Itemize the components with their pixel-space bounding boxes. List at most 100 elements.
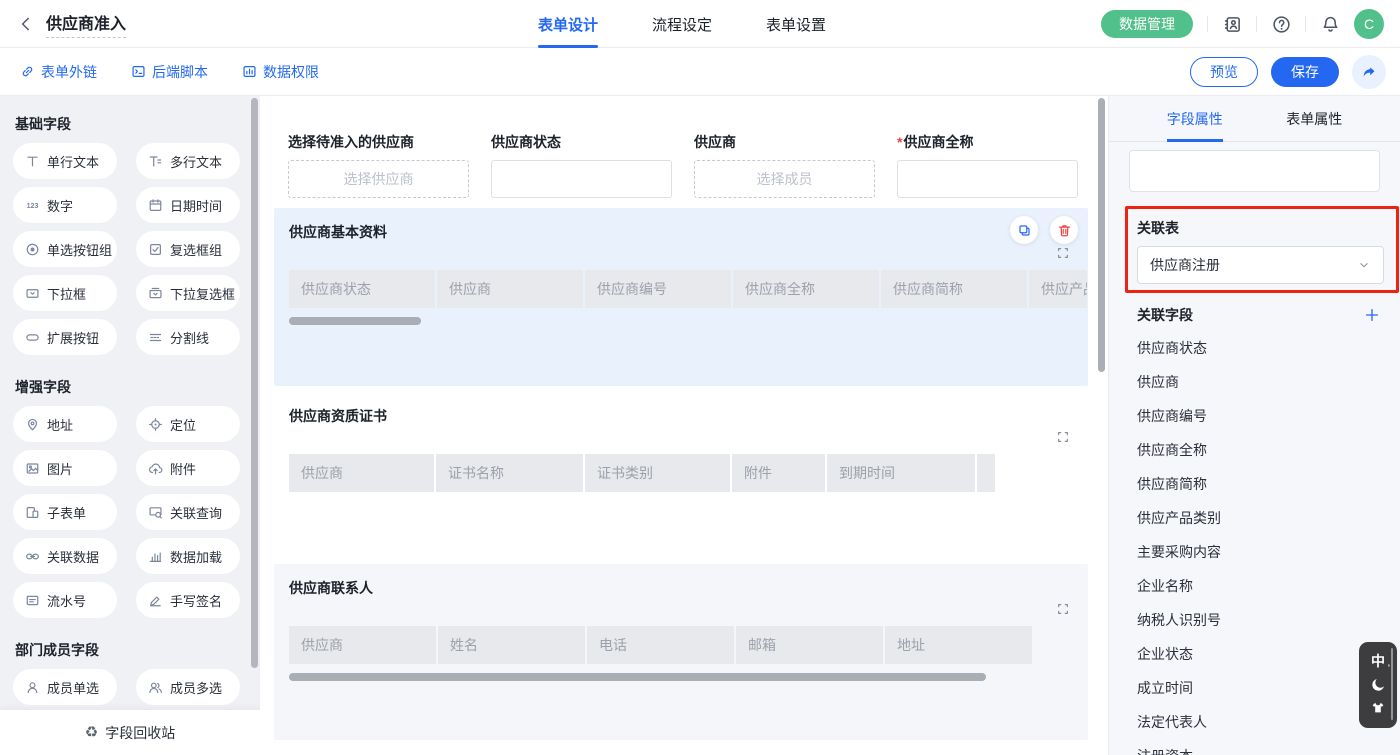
sidebar-scrollbar[interactable] xyxy=(251,98,258,668)
share-button[interactable] xyxy=(1352,55,1386,89)
field-pill-checkbox-group[interactable]: 复选框组 xyxy=(136,231,240,267)
toolbar-link-0[interactable]: 表单外链 xyxy=(20,62,97,82)
bell-icon[interactable] xyxy=(1320,14,1340,34)
field-title-input[interactable] xyxy=(1129,150,1380,192)
related-table-value: 供应商注册 xyxy=(1150,255,1220,275)
horizontal-scrollbar[interactable] xyxy=(289,673,986,681)
related-field-item[interactable]: 供应商 xyxy=(1109,365,1400,399)
field-pill-select[interactable]: 下拉框 xyxy=(13,275,117,311)
field-input[interactable] xyxy=(491,160,672,198)
tab-0[interactable]: 表单设计 xyxy=(538,0,598,48)
related-field-item[interactable]: 主要采购内容 xyxy=(1109,535,1400,569)
related-field-item[interactable]: 成立时间 xyxy=(1109,671,1400,705)
field-pill-subform[interactable]: 子表单 xyxy=(13,494,117,530)
column-header: 证书类别 xyxy=(585,454,730,492)
expand-icon[interactable] xyxy=(1056,246,1070,264)
add-related-field-button[interactable] xyxy=(1364,307,1380,323)
trash-icon xyxy=(1057,223,1072,238)
theme-icon[interactable] xyxy=(1370,700,1386,716)
panel-scrollbar[interactable] xyxy=(1391,648,1393,720)
field-pill-linked-data[interactable]: 关联数据 xyxy=(13,538,117,574)
app-window: 供应商准入 表单设计 流程设定 表单设置 数据管理 C 表单外链 后端脚本 数据权限 预… xyxy=(0,0,1400,755)
related-field-item[interactable]: 供应商简称 xyxy=(1109,467,1400,501)
subform-section-0[interactable]: 供应商基本资料供应商状态供应商供应商编号供应商全称供应商简称供应产品类别 xyxy=(274,208,1088,386)
field-pill-linked-query[interactable]: 关联查询 xyxy=(136,494,240,530)
field-pill-signature[interactable]: 手写签名 xyxy=(136,582,240,618)
form-field[interactable]: *供应商全称 xyxy=(897,132,1078,198)
related-field-item[interactable]: 供应产品类别 xyxy=(1109,501,1400,535)
subform-section-2[interactable]: 供应商联系人供应商姓名电话邮箱地址 xyxy=(274,564,1088,740)
member-single-icon xyxy=(25,680,40,695)
address-book-icon[interactable] xyxy=(1222,14,1242,34)
subform-table: 供应商姓名电话邮箱地址 xyxy=(289,626,1087,664)
horizontal-scrollbar[interactable] xyxy=(289,317,421,325)
form-title[interactable]: 供应商准入 xyxy=(46,10,126,38)
field-pill-single-text[interactable]: 单行文本 xyxy=(13,143,117,179)
related-field-item[interactable]: 企业名称 xyxy=(1109,569,1400,603)
expand-icon[interactable] xyxy=(1056,602,1070,620)
field-input[interactable] xyxy=(897,160,1078,198)
field-pill-ext-button[interactable]: 扩展按钮 xyxy=(13,319,117,355)
related-field-item[interactable]: 纳税人识别号 xyxy=(1109,603,1400,637)
ext-button-icon xyxy=(25,330,40,345)
field-pill-member-multi[interactable]: 成员多选 xyxy=(136,669,240,705)
form-field[interactable]: 供应商选择成员 xyxy=(694,132,875,198)
toolbar-right: 预览 保存 xyxy=(1190,55,1386,89)
expand-icon[interactable] xyxy=(1056,430,1070,448)
translate-icon[interactable]: 中ʼ xyxy=(1371,654,1385,668)
form-field[interactable]: 供应商状态 xyxy=(491,132,672,198)
field-input[interactable]: 选择成员 xyxy=(694,160,875,198)
field-recycle-bin[interactable]: ♻ 字段回收站 xyxy=(0,710,260,755)
related-field-item[interactable]: 注册资本 xyxy=(1109,739,1400,755)
recycle-label: 字段回收站 xyxy=(105,723,175,743)
related-field-item[interactable]: 企业状态 xyxy=(1109,637,1400,671)
field-pill-serial[interactable]: 流水号 xyxy=(13,582,117,618)
field-pill-image[interactable]: 图片 xyxy=(13,450,117,486)
field-pill-datetime[interactable]: 日期时间 xyxy=(136,187,240,223)
field-pill-multi-text[interactable]: 多行文本 xyxy=(136,143,240,179)
column-header: 供应商简称 xyxy=(881,270,1027,308)
avatar[interactable]: C xyxy=(1354,9,1384,39)
delete-section-button[interactable] xyxy=(1050,216,1078,244)
field-pill-data-load[interactable]: 数据加载 xyxy=(136,538,240,574)
panel-tab-0[interactable]: 字段属性 xyxy=(1135,96,1255,141)
copy-section-button[interactable] xyxy=(1010,216,1038,244)
field-pill-attachment[interactable]: 附件 xyxy=(136,450,240,486)
svg-text:123: 123 xyxy=(27,203,39,210)
form-toolbar: 表单外链 后端脚本 数据权限 预览 保存 xyxy=(0,48,1400,96)
field-pill-multi-select[interactable]: 下拉复选框 xyxy=(136,275,240,311)
column-header: 供应商 xyxy=(437,270,583,308)
property-panel: 字段属性表单属性 关联表 供应商注册 关联字段 供应商状态供应商供应商编号供应商… xyxy=(1108,96,1400,755)
related-field-item[interactable]: 法定代表人 xyxy=(1109,705,1400,739)
subform-section-1[interactable]: 供应商资质证书供应商证书名称证书类别附件到期时间 xyxy=(274,398,1088,548)
form-field[interactable]: 选择待准入的供应商选择供应商 xyxy=(288,132,469,198)
back-button[interactable] xyxy=(16,14,36,34)
toolbar-link-1[interactable]: 后端脚本 xyxy=(131,62,208,82)
radio-group-icon xyxy=(25,242,40,257)
preview-button[interactable]: 预览 xyxy=(1190,57,1258,87)
column-header xyxy=(977,454,995,492)
save-button[interactable]: 保存 xyxy=(1271,57,1339,87)
field-pill-address[interactable]: 地址 xyxy=(13,406,117,442)
tab-1[interactable]: 流程设定 xyxy=(652,0,712,48)
canvas-scrollbar[interactable] xyxy=(1098,98,1105,372)
question-icon[interactable] xyxy=(1271,14,1291,34)
field-input[interactable]: 选择供应商 xyxy=(288,160,469,198)
related-field-item[interactable]: 供应商状态 xyxy=(1109,331,1400,365)
copy-icon xyxy=(1017,223,1032,238)
related-field-item[interactable]: 供应商全称 xyxy=(1109,433,1400,467)
field-pill-locate[interactable]: 定位 xyxy=(136,406,240,442)
tab-2[interactable]: 表单设置 xyxy=(766,0,826,48)
field-pill-divider[interactable]: 分割线 xyxy=(136,319,240,355)
data-manage-button[interactable]: 数据管理 xyxy=(1101,10,1193,38)
dark-mode-icon[interactable] xyxy=(1370,676,1387,693)
data-permission-icon xyxy=(242,64,257,79)
toolbar-link-2[interactable]: 数据权限 xyxy=(242,62,319,82)
field-pill-radio-group[interactable]: 单选按钮组 xyxy=(13,231,117,267)
attachment-icon xyxy=(148,461,163,476)
panel-tab-1[interactable]: 表单属性 xyxy=(1255,96,1375,141)
related-table-select[interactable]: 供应商注册 xyxy=(1137,246,1384,284)
field-pill-member-single[interactable]: 成员单选 xyxy=(13,669,117,705)
related-field-item[interactable]: 供应商编号 xyxy=(1109,399,1400,433)
field-pill-number[interactable]: 123数字 xyxy=(13,187,117,223)
